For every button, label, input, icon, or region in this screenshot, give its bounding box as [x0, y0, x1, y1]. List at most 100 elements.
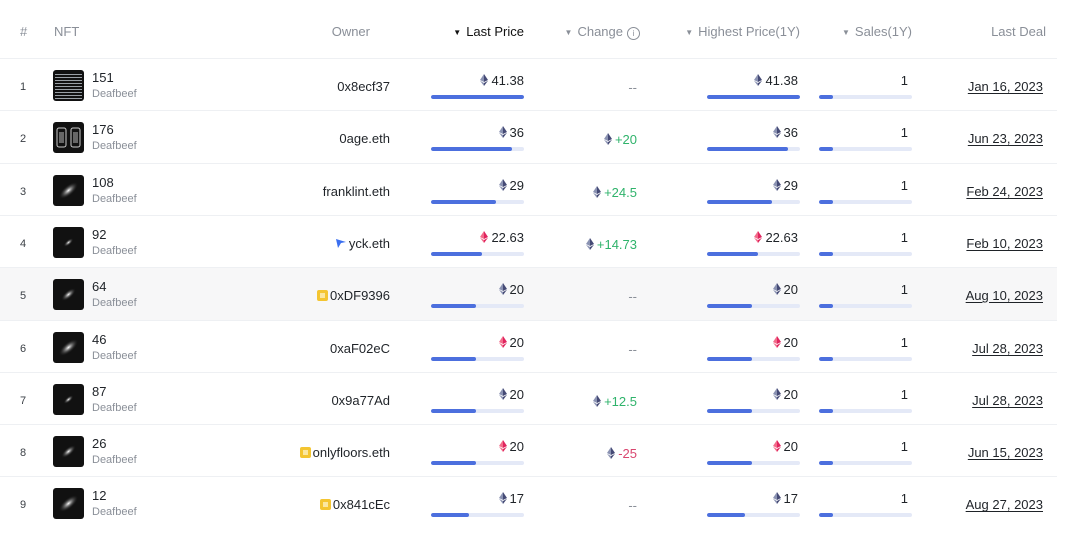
sales-count: 1 — [900, 491, 908, 507]
sales-count: 1 — [900, 282, 908, 298]
owner-link[interactable]: 0x9a77Ad — [331, 393, 390, 408]
highest-price-value: 41.38 — [765, 73, 798, 88]
nft-thumbnail[interactable] — [53, 122, 84, 154]
table-row[interactable]: 6 46 Deafbeef 0xaF02eC 20 -- 20 1 Jul 28, 2023 — [0, 319, 1057, 373]
nft-thumbnail[interactable] — [53, 70, 84, 101]
nft-token-id[interactable]: 176 — [92, 122, 114, 137]
change-value: -- — [628, 341, 637, 357]
owner-link[interactable]: 0x841cEc — [319, 497, 390, 512]
eth-icon — [498, 178, 507, 191]
row-index: 4 — [20, 237, 27, 250]
last-deal-link[interactable]: Feb 10, 2023 — [966, 236, 1043, 251]
column-header-last-price-label: Last Price — [466, 24, 524, 39]
nft-collection-name: Deafbeef — [92, 506, 137, 519]
sales-bar-fill — [819, 461, 833, 466]
nft-thumbnail[interactable] — [53, 174, 84, 206]
sales-bar — [819, 147, 912, 152]
last-price-bar — [431, 408, 524, 413]
sales-bar — [819, 408, 912, 413]
eth-icon — [498, 126, 507, 139]
highest-price-bar-fill — [707, 461, 752, 466]
last-price-value: 36 — [509, 125, 524, 141]
last-deal-link[interactable]: Jul 28, 2023 — [972, 341, 1043, 356]
nft-token-id[interactable]: 64 — [92, 279, 106, 294]
owner-link[interactable]: yck.eth — [335, 236, 390, 251]
contract-icon — [317, 290, 329, 302]
nft-thumbnail[interactable] — [53, 226, 84, 258]
owner-link[interactable]: 0xDF9396 — [317, 288, 390, 303]
nft-token-id[interactable]: 46 — [92, 332, 106, 347]
owner-name: franklint.eth — [322, 183, 390, 199]
table-row[interactable]: 9 12 Deafbeef 0x841cEc 17 -- 17 1 Aug 27, 2023 — [0, 476, 1057, 529]
highest-price-bar — [707, 251, 800, 256]
nft-thumbnail[interactable] — [53, 279, 84, 311]
nft-token-id[interactable]: 87 — [92, 384, 106, 399]
table-row[interactable]: 1 151 Deafbeef 0x8ecf37 41.38 -- 41.38 1 Jan 16,… — [0, 58, 1057, 111]
column-header-highest-price-label: Highest Price(1Y) — [698, 24, 800, 39]
highest-price-bar-fill — [707, 513, 746, 518]
highest-price: 22.63 — [754, 230, 798, 245]
table-row[interactable]: 5 64 Deafbeef 0xDF9396 20 -- 20 1 Aug 10, 2023 — [0, 267, 1057, 321]
sales-bar — [819, 356, 912, 361]
highest-price-value: 29 — [783, 177, 798, 193]
column-header-sales[interactable]: ▼ Sales(1Y) — [842, 24, 912, 39]
last-price-bar — [431, 513, 524, 518]
column-header-last-price[interactable]: ▼ Last Price — [453, 24, 524, 39]
change-value: +14.73 — [596, 236, 637, 252]
eth-icon — [772, 283, 781, 296]
column-header-highest-price[interactable]: ▼ Highest Price(1Y) — [685, 24, 800, 39]
owner-link[interactable]: 0age.eth — [339, 131, 390, 146]
nft-thumbnail[interactable] — [53, 331, 84, 363]
last-price-bar-fill — [431, 199, 497, 204]
last-price-bar-fill — [431, 513, 470, 518]
nft-collection-name: Deafbeef — [92, 401, 137, 414]
nft-token-id[interactable]: 108 — [92, 175, 114, 190]
owner-link[interactable]: franklint.eth — [323, 184, 390, 199]
nft-thumbnail[interactable] — [53, 383, 84, 415]
highest-price: 20 — [772, 335, 798, 350]
owner-name: yck.eth — [348, 235, 390, 251]
owner-link[interactable]: 0x8ecf37 — [337, 79, 390, 94]
sales-count: 1 — [900, 125, 908, 141]
sales-bar-fill — [819, 356, 833, 361]
table-row[interactable]: 4 92 Deafbeef yck.eth 22.63 +14.73 22.63 1 Feb 1… — [0, 214, 1057, 268]
table-row[interactable]: 7 87 Deafbeef 0x9a77Ad 20 +12.5 20 1 Jul 28, 202… — [0, 371, 1057, 425]
last-price-bar — [431, 304, 524, 309]
sales-bar-fill — [819, 199, 833, 204]
nft-thumbnail[interactable] — [53, 488, 84, 520]
weth-icon — [480, 230, 489, 243]
price-change: -- — [628, 289, 637, 304]
table-row[interactable]: 2 176 Deafbeef 0age.eth 36 +20 36 1 Jun 23, 2023 — [0, 110, 1057, 163]
owner-link[interactable]: onlyfloors.eth — [299, 445, 390, 460]
last-deal-link[interactable]: Aug 27, 2023 — [966, 497, 1043, 512]
last-deal-link[interactable]: Jun 23, 2023 — [968, 131, 1043, 146]
last-deal-link[interactable]: Jul 28, 2023 — [972, 393, 1043, 408]
last-price-value: 41.38 — [491, 73, 524, 88]
nft-thumbnail[interactable] — [53, 436, 84, 468]
highest-price: 36 — [772, 125, 798, 140]
sales-count: 1 — [900, 439, 908, 455]
nft-token-id[interactable]: 92 — [92, 227, 106, 242]
last-deal-link[interactable]: Jan 16, 2023 — [968, 79, 1043, 94]
eth-icon — [772, 492, 781, 505]
table-row[interactable]: 8 26 Deafbeef onlyfloors.eth 20 -25 20 1 Jun 15,… — [0, 424, 1057, 477]
highest-price: 20 — [772, 439, 798, 454]
column-header-change[interactable]: ▼ Change i — [565, 24, 640, 40]
last-deal-link[interactable]: Feb 24, 2023 — [966, 184, 1043, 199]
nft-token-id[interactable]: 151 — [92, 70, 114, 85]
table-row[interactable]: 3 108 Deafbeef franklint.eth 29 +24.5 29 1 Feb 2… — [0, 162, 1057, 216]
owner-name: 0age.eth — [339, 131, 390, 147]
owner-name: 0x8ecf37 — [337, 79, 390, 94]
highest-price-bar — [707, 356, 800, 361]
nft-token-id[interactable]: 12 — [92, 488, 106, 503]
owner-link[interactable]: 0xaF02eC — [330, 341, 390, 356]
last-price-bar-fill — [431, 356, 476, 361]
nft-token-id[interactable]: 26 — [92, 436, 106, 451]
last-deal-link[interactable]: Aug 10, 2023 — [966, 288, 1043, 303]
info-icon[interactable]: i — [627, 27, 640, 40]
last-price: 20 — [498, 282, 524, 297]
last-price: 41.38 — [480, 73, 524, 88]
eth-icon — [772, 387, 781, 400]
last-price: 20 — [498, 439, 524, 454]
last-deal-link[interactable]: Jun 15, 2023 — [968, 445, 1043, 460]
